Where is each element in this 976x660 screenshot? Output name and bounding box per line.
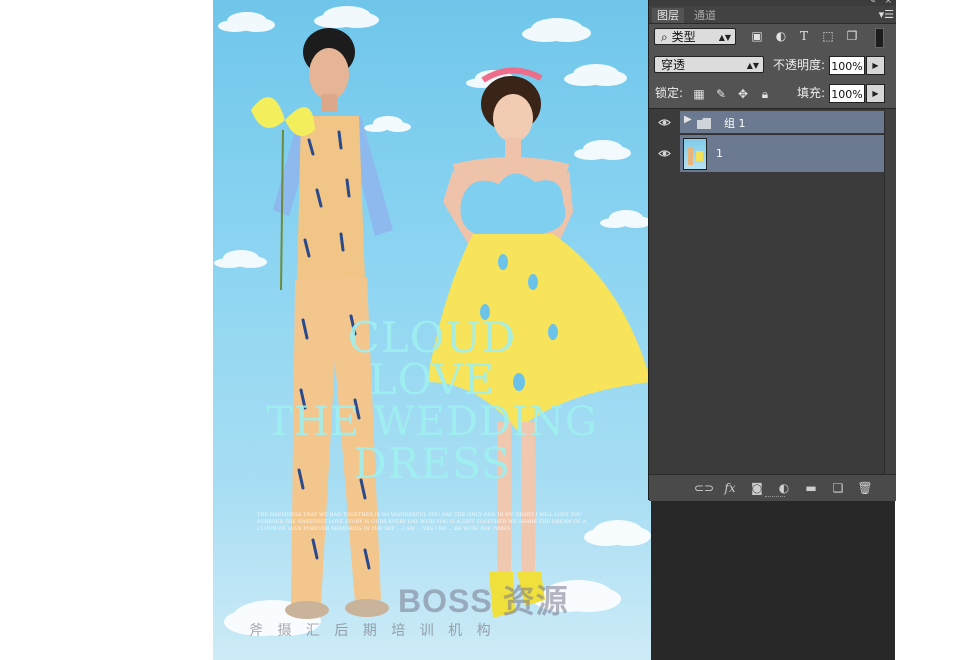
layers-panel: « × 图层 通道 ▾☰ ⌕ 类型 ▲▼ ▣ ◐ T ⬚ ❐ 穿透 ▲▼ 不透明… (648, 0, 896, 501)
add-mask-icon[interactable]: ◙ (749, 480, 765, 496)
blend-row: 穿透 ▲▼ 不透明度: 100% ▶ (649, 56, 896, 76)
layers-list: ▶ 组 1 1 (649, 108, 896, 475)
poster-small-text: THE HAPPINESS THAT WE HAD TOGETHER IS SO… (257, 512, 587, 532)
delete-layer-icon[interactable]: 🗑︎ (857, 480, 873, 496)
resize-grip[interactable] (765, 496, 785, 499)
fill-input[interactable]: 100% (829, 84, 865, 103)
updown-arrow-icon: ▲▼ (746, 61, 759, 70)
layer-image-body[interactable]: 1 (680, 135, 884, 172)
canvas-photo[interactable]: CLOUD LOVE THE WEDDING DRESS THE HAPPINE… (213, 0, 651, 660)
new-group-icon[interactable]: ▬ (803, 480, 819, 496)
layers-scrollbar[interactable] (884, 109, 896, 475)
layer-name: 1 (716, 147, 723, 160)
fx-icon[interactable]: fx (722, 480, 738, 496)
layer-row-group[interactable]: ▶ 组 1 (649, 111, 884, 133)
filter-type-label: 类型 (671, 30, 696, 44)
shape-filter-icon[interactable]: ⬚ (820, 28, 836, 44)
panel-tabs: 图层 通道 ▾☰ (649, 6, 896, 24)
lock-row: 锁定: ▦ ✎ ✥ 🔒︎ 填充: 100% ▶ (649, 84, 896, 104)
panel-menu-icon[interactable]: ▾☰ (879, 8, 894, 21)
lock-transparent-icon[interactable]: ▦ (691, 86, 707, 102)
poster-title-line: DRESS (353, 439, 511, 488)
folder-icon (697, 114, 711, 129)
watermark-brand: BOSS 资源 (398, 583, 569, 619)
filter-toggle-switch[interactable] (875, 28, 884, 48)
blend-mode-select[interactable]: 穿透 ▲▼ (654, 56, 764, 73)
blend-mode-value: 穿透 (661, 58, 686, 72)
tab-channels[interactable]: 通道 (689, 8, 721, 23)
smart-object-filter-icon[interactable]: ❐ (844, 28, 860, 44)
lock-all-icon[interactable]: 🔒︎ (757, 86, 773, 102)
layer-filter-select[interactable]: ⌕ 类型 ▲▼ (654, 28, 736, 45)
new-adjustment-icon[interactable]: ◐ (776, 480, 792, 496)
lock-label: 锁定: (655, 86, 684, 100)
tab-layers[interactable]: 图层 (652, 8, 684, 23)
type-filter-icon[interactable]: T (796, 28, 812, 44)
opacity-input[interactable]: 100% (829, 56, 865, 75)
watermark-line: 斧 摄 汇 后 期 培 训 机 构 (249, 623, 496, 639)
lock-paint-icon[interactable]: ✎ (713, 86, 729, 102)
lock-position-icon[interactable]: ✥ (735, 86, 751, 102)
layer-name: 组 1 (724, 117, 746, 130)
poster-title-line: THE WEDDING (266, 399, 598, 445)
search-icon: ⌕ (661, 30, 668, 44)
fill-dropdown-icon[interactable]: ▶ (866, 84, 885, 103)
layer-thumbnail (683, 138, 707, 170)
eye-icon[interactable] (649, 111, 679, 133)
cloud-decoration (531, 18, 583, 40)
adjustment-filter-icon[interactable]: ◐ (773, 28, 789, 44)
layer-row-image[interactable]: 1 (649, 135, 884, 172)
eye-icon[interactable] (649, 135, 679, 172)
layer-group-body[interactable]: ▶ 组 1 (680, 111, 884, 133)
opacity-label: 不透明度: (773, 58, 826, 72)
expand-triangle-icon[interactable]: ▶ (684, 114, 692, 125)
filter-row: ⌕ 类型 ▲▼ ▣ ◐ T ⬚ ❐ (649, 28, 896, 48)
link-layers-icon[interactable]: ⊂⊃ (694, 480, 714, 496)
new-layer-icon[interactable]: ❏ (830, 480, 846, 496)
opacity-dropdown-icon[interactable]: ▶ (866, 56, 885, 75)
layers-bottom-toolbar: ⊂⊃ fx ◙ ◐ ▬ ❏ 🗑︎ (649, 474, 896, 501)
updown-arrow-icon: ▲▼ (718, 33, 731, 42)
poster-title-line: CLOUD (347, 313, 517, 362)
fill-label: 填充: (797, 86, 826, 100)
poster-title-line: LOVE (368, 355, 496, 404)
image-filter-icon[interactable]: ▣ (749, 28, 765, 44)
